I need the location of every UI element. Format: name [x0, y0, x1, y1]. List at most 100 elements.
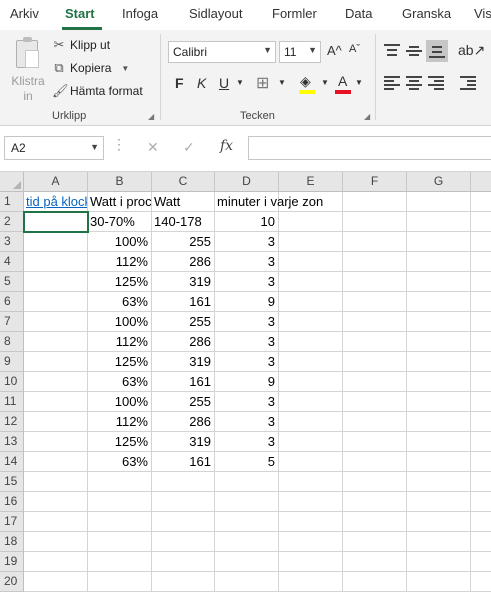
chevron-down-icon[interactable]: ▼ — [121, 64, 129, 73]
column-header-c[interactable]: C — [152, 172, 215, 192]
empty-cell[interactable] — [343, 232, 407, 252]
dialog-launcher-icon[interactable]: ◢ — [364, 112, 370, 121]
empty-cell[interactable] — [407, 192, 471, 212]
column-header-f[interactable]: F — [343, 172, 407, 192]
empty-cell[interactable] — [407, 292, 471, 312]
cell-d11[interactable]: 3 — [215, 392, 279, 412]
empty-cell[interactable] — [152, 492, 215, 512]
empty-cell[interactable] — [279, 312, 343, 332]
empty-cell[interactable] — [279, 472, 343, 492]
cell-d8[interactable]: 3 — [215, 332, 279, 352]
empty-cell[interactable] — [471, 572, 491, 592]
italic-button[interactable]: K — [197, 75, 206, 91]
fill-color-icon[interactable]: ◈ — [300, 73, 311, 90]
paste-button[interactable]: Klistra in — [6, 36, 46, 106]
empty-cell[interactable] — [407, 232, 471, 252]
empty-cell[interactable] — [343, 312, 407, 332]
empty-cell[interactable] — [152, 512, 215, 532]
tab-start[interactable]: Start — [65, 6, 95, 21]
empty-cell[interactable] — [88, 512, 152, 532]
cell-c2[interactable]: 140-178 — [152, 212, 215, 232]
empty-cell[interactable] — [24, 492, 88, 512]
empty-cell[interactable] — [343, 512, 407, 532]
empty-cell[interactable] — [279, 392, 343, 412]
row-header-6[interactable]: 6 — [0, 292, 24, 312]
font-size-select[interactable]: 11 ▼ — [279, 41, 321, 63]
cut-button[interactable]: ✂ Klipp ut — [52, 35, 110, 55]
empty-cell[interactable] — [407, 532, 471, 552]
column-header-b[interactable]: B — [88, 172, 152, 192]
cell-c11[interactable]: 255 — [152, 392, 215, 412]
empty-cell[interactable] — [152, 532, 215, 552]
copy-button[interactable]: ⧉ Kopiera ▼ — [52, 58, 129, 78]
align-right-button[interactable] — [428, 76, 444, 90]
cell-d4[interactable]: 3 — [215, 252, 279, 272]
empty-cell[interactable] — [279, 512, 343, 532]
empty-cell[interactable] — [88, 552, 152, 572]
grow-font-icon[interactable]: A^ — [327, 43, 342, 58]
cell-b2[interactable]: 30-70% — [88, 212, 152, 232]
row-header-7[interactable]: 7 — [0, 312, 24, 332]
cell-d14[interactable]: 5 — [215, 452, 279, 472]
cell-c9[interactable]: 319 — [152, 352, 215, 372]
empty-cell[interactable] — [24, 332, 88, 352]
empty-cell[interactable] — [88, 572, 152, 592]
empty-cell[interactable] — [24, 452, 88, 472]
cell-a1[interactable]: tid på klockan — [24, 192, 88, 212]
empty-cell[interactable] — [215, 572, 279, 592]
align-top-button[interactable] — [384, 44, 400, 58]
tab-granska[interactable]: Granska — [402, 6, 451, 21]
empty-cell[interactable] — [343, 192, 407, 212]
empty-cell[interactable] — [471, 292, 491, 312]
empty-cell[interactable] — [343, 452, 407, 472]
empty-cell[interactable] — [279, 532, 343, 552]
empty-cell[interactable] — [343, 432, 407, 452]
row-header-1[interactable]: 1 — [0, 192, 24, 212]
chevron-down-icon[interactable]: ▼ — [321, 78, 329, 87]
cell-b4[interactable]: 112% — [88, 252, 152, 272]
row-header-15[interactable]: 15 — [0, 472, 24, 492]
empty-cell[interactable] — [343, 472, 407, 492]
row-header-8[interactable]: 8 — [0, 332, 24, 352]
empty-cell[interactable] — [279, 332, 343, 352]
empty-cell[interactable] — [24, 232, 88, 252]
cell-b10[interactable]: 63% — [88, 372, 152, 392]
empty-cell[interactable] — [24, 292, 88, 312]
cell-b13[interactable]: 125% — [88, 432, 152, 452]
empty-cell[interactable] — [24, 572, 88, 592]
empty-cell[interactable] — [407, 492, 471, 512]
empty-cell[interactable] — [279, 352, 343, 372]
empty-cell[interactable] — [471, 492, 491, 512]
cell-c8[interactable]: 286 — [152, 332, 215, 352]
cell-b3[interactable]: 100% — [88, 232, 152, 252]
empty-cell[interactable] — [279, 432, 343, 452]
empty-cell[interactable] — [215, 552, 279, 572]
row-header-19[interactable]: 19 — [0, 552, 24, 572]
empty-cell[interactable] — [471, 192, 491, 212]
cell-d2[interactable]: 10 — [215, 212, 279, 232]
cell-c4[interactable]: 286 — [152, 252, 215, 272]
empty-cell[interactable] — [407, 512, 471, 532]
empty-cell[interactable] — [471, 332, 491, 352]
empty-cell[interactable] — [343, 332, 407, 352]
empty-cell[interactable] — [24, 432, 88, 452]
cell-b9[interactable]: 125% — [88, 352, 152, 372]
empty-cell[interactable] — [24, 512, 88, 532]
empty-cell[interactable] — [407, 272, 471, 292]
empty-cell[interactable] — [279, 232, 343, 252]
empty-cell[interactable] — [343, 352, 407, 372]
shrink-font-icon[interactable]: Aˇ — [349, 43, 360, 55]
empty-cell[interactable] — [24, 312, 88, 332]
row-header-10[interactable]: 10 — [0, 372, 24, 392]
cell-b6[interactable]: 63% — [88, 292, 152, 312]
select-all-corner[interactable] — [0, 172, 24, 192]
cell-d7[interactable]: 3 — [215, 312, 279, 332]
empty-cell[interactable] — [279, 372, 343, 392]
underline-button[interactable]: U — [219, 75, 229, 91]
empty-cell[interactable] — [407, 452, 471, 472]
empty-cell[interactable] — [343, 552, 407, 572]
row-header-9[interactable]: 9 — [0, 352, 24, 372]
empty-cell[interactable] — [279, 492, 343, 512]
enter-icon[interactable]: ✓ — [183, 139, 195, 156]
cell-b5[interactable]: 125% — [88, 272, 152, 292]
